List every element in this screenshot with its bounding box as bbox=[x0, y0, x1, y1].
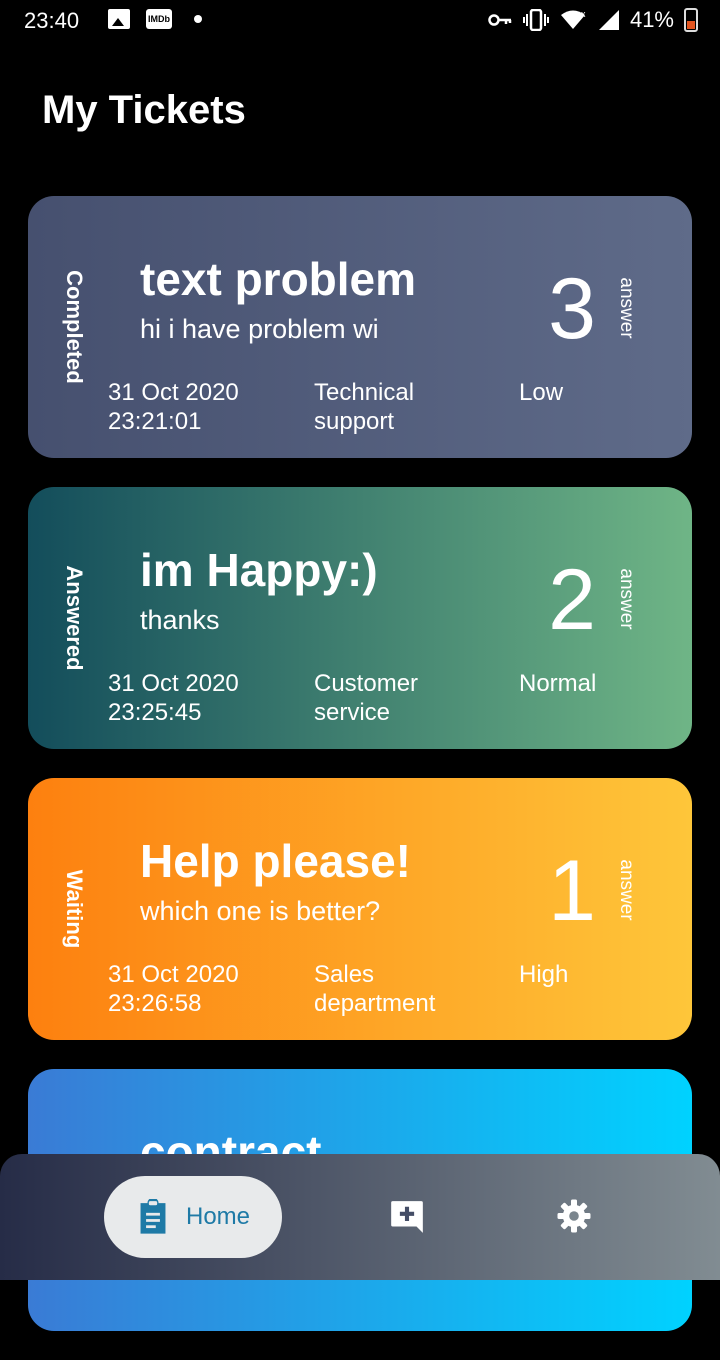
ticket-title: im Happy:) bbox=[140, 544, 378, 596]
ticket-status: Answered bbox=[62, 565, 87, 671]
department-line2: department bbox=[314, 990, 436, 1017]
nav-home-button[interactable]: Home bbox=[104, 1176, 282, 1258]
answer-label: answer bbox=[616, 859, 637, 921]
key-icon bbox=[488, 14, 512, 26]
answer-label: answer bbox=[616, 568, 637, 630]
answer-count: 3 bbox=[548, 261, 596, 357]
wifi-icon: x bbox=[560, 9, 586, 29]
battery-percent: 41% bbox=[629, 7, 674, 32]
ticket-priority: High bbox=[519, 961, 569, 988]
bottom-nav: Home bbox=[0, 1154, 720, 1280]
department-line1: Customer bbox=[314, 670, 419, 697]
ticket-date: 31 Oct 2020 bbox=[108, 670, 239, 697]
ticket-time: 23:26:58 bbox=[108, 990, 202, 1017]
ticket-priority: Normal bbox=[519, 670, 597, 697]
signal-icon bbox=[598, 10, 619, 30]
vibrate-icon bbox=[522, 9, 549, 31]
ticket-subtitle: thanks bbox=[140, 605, 220, 635]
department-line1: Technical bbox=[314, 379, 415, 406]
ticket-priority: Low bbox=[519, 379, 564, 406]
ticket-card[interactable]: Answered im Happy:) thanks 2 answer 31 O… bbox=[28, 487, 692, 749]
page-title: My Tickets bbox=[42, 88, 246, 132]
ticket-subtitle: hi i have problem wi bbox=[140, 314, 379, 344]
department-line1: Sales bbox=[314, 961, 375, 988]
ticket-datetime: 31 Oct 2020 23:26:58 bbox=[108, 960, 239, 1018]
battery-icon bbox=[684, 8, 698, 32]
gear-icon bbox=[557, 1199, 591, 1233]
ticket-department: Technical support bbox=[314, 378, 474, 436]
ticket-department: Sales department bbox=[314, 960, 474, 1018]
nav-settings-button[interactable] bbox=[556, 1198, 592, 1239]
ticket-status: Completed bbox=[62, 270, 87, 384]
answer-count: 2 bbox=[548, 552, 596, 648]
status-time: 23:40 bbox=[24, 8, 80, 33]
ticket-date: 31 Oct 2020 bbox=[108, 379, 239, 406]
ticket-department: Customer service bbox=[314, 669, 474, 727]
nav-new-ticket-button[interactable] bbox=[388, 1198, 426, 1241]
department-line2: support bbox=[314, 408, 395, 435]
ticket-title: text problem bbox=[140, 253, 417, 305]
nav-home-label: Home bbox=[185, 1203, 251, 1230]
add-comment-icon bbox=[391, 1201, 423, 1233]
ticket-datetime: 31 Oct 2020 23:25:45 bbox=[108, 669, 239, 727]
clipboard-icon bbox=[140, 1199, 166, 1234]
dot-icon bbox=[194, 15, 202, 23]
answer-label: answer bbox=[616, 277, 637, 339]
ticket-status: Waiting bbox=[62, 869, 87, 949]
ticket-card[interactable]: Waiting Help please! which one is better… bbox=[28, 778, 692, 1040]
ticket-time: 23:25:45 bbox=[108, 699, 202, 726]
imdb-icon: IMDb bbox=[146, 9, 172, 29]
ticket-title: Help please! bbox=[140, 835, 411, 887]
ticket-card[interactable]: Completed text problem hi i have problem… bbox=[28, 196, 692, 458]
svg-text:x: x bbox=[581, 9, 586, 19]
status-bar: 23:40 IMDb x 41% bbox=[0, 0, 720, 44]
answer-count: 1 bbox=[548, 843, 596, 939]
ticket-subtitle: which one is better? bbox=[140, 896, 381, 926]
ticket-datetime: 31 Oct 2020 23:21:01 bbox=[108, 378, 239, 436]
department-line2: service bbox=[314, 699, 391, 726]
ticket-date: 31 Oct 2020 bbox=[108, 961, 239, 988]
image-icon bbox=[108, 9, 130, 29]
ticket-time: 23:21:01 bbox=[108, 408, 202, 435]
